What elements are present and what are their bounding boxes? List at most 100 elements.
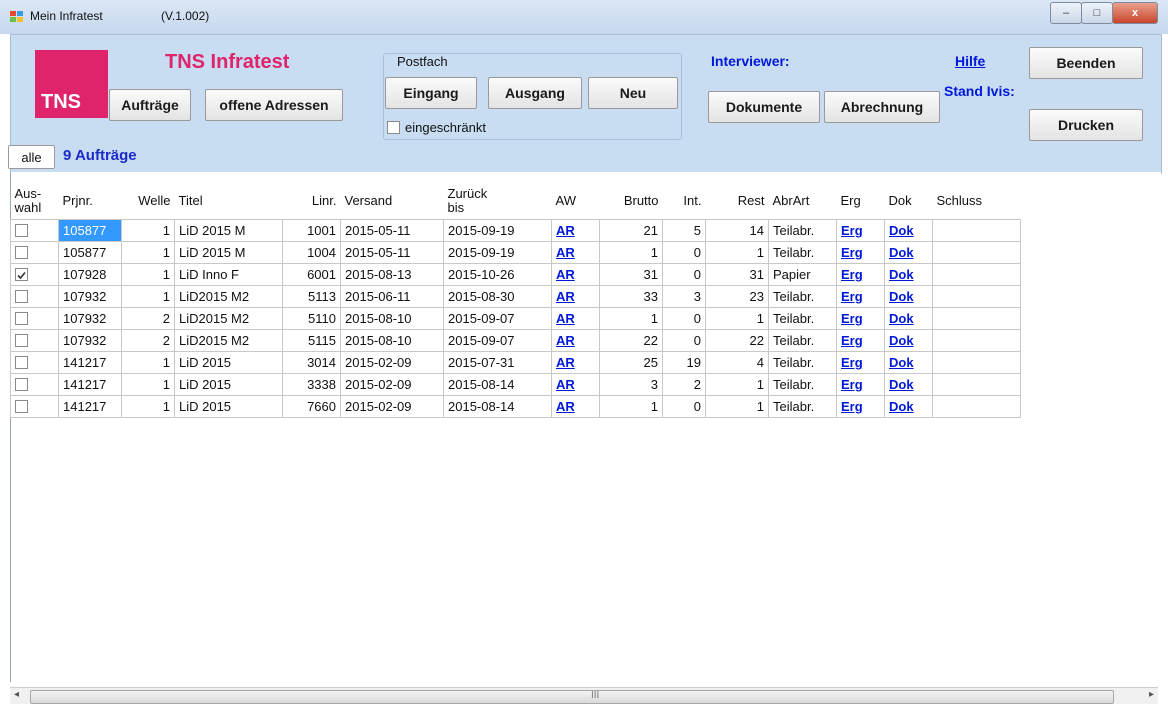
cell-erg[interactable]: Erg bbox=[836, 219, 885, 242]
cell-link-aw[interactable]: AR bbox=[556, 223, 575, 238]
cell-erg[interactable]: Erg bbox=[836, 263, 885, 286]
row-checkbox[interactable] bbox=[15, 290, 28, 303]
cell-dok[interactable]: Dok bbox=[884, 329, 933, 352]
horizontal-scrollbar[interactable]: ◂ III ▸ bbox=[10, 687, 1158, 704]
cell-aw[interactable]: AR bbox=[551, 395, 600, 418]
cell-link-aw[interactable]: AR bbox=[556, 245, 575, 260]
cell-erg[interactable]: Erg bbox=[836, 395, 885, 418]
cell-link-erg[interactable]: Erg bbox=[841, 267, 863, 282]
cell-aw[interactable]: AR bbox=[551, 263, 600, 286]
table-row[interactable]: 107932 2 LiD2015 M2 5115 2015-08-10 2015-09-0… bbox=[10, 329, 1021, 352]
cell-link-erg[interactable]: Erg bbox=[841, 223, 863, 238]
column-header[interactable]: Welle bbox=[122, 182, 175, 220]
cell-link-erg[interactable]: Erg bbox=[841, 355, 863, 370]
row-checkbox[interactable] bbox=[15, 224, 28, 237]
cell-link-aw[interactable]: AR bbox=[556, 267, 575, 282]
row-checkbox[interactable] bbox=[15, 378, 28, 391]
row-checkbox[interactable] bbox=[15, 312, 28, 325]
cell-aw[interactable]: AR bbox=[551, 373, 600, 396]
cell-link-erg[interactable]: Erg bbox=[841, 333, 863, 348]
cell-dok[interactable]: Dok bbox=[884, 307, 933, 330]
cell-link-dok[interactable]: Dok bbox=[889, 289, 914, 304]
cell-link-aw[interactable]: AR bbox=[556, 289, 575, 304]
auftraege-button[interactable]: Aufträge bbox=[109, 89, 191, 121]
drucken-button[interactable]: Drucken bbox=[1029, 109, 1143, 141]
eingeschraenkt-checkbox[interactable] bbox=[387, 121, 400, 134]
cell-erg[interactable]: Erg bbox=[836, 241, 885, 264]
cell-link-erg[interactable]: Erg bbox=[841, 311, 863, 326]
row-select-cell[interactable] bbox=[10, 241, 59, 264]
eingeschraenkt-checkbox-row[interactable]: eingeschränkt bbox=[387, 120, 486, 135]
minimize-button[interactable]: – bbox=[1050, 2, 1082, 24]
cell-link-aw[interactable]: AR bbox=[556, 333, 575, 348]
abrechnung-button[interactable]: Abrechnung bbox=[824, 91, 940, 123]
table-row[interactable]: 105877 1 LiD 2015 M 1004 2015-05-11 2015-09-1… bbox=[10, 241, 1021, 264]
table-row[interactable]: 141217 1 LiD 2015 3014 2015-02-09 2015-07-31 A… bbox=[10, 351, 1021, 374]
row-select-cell[interactable] bbox=[10, 395, 59, 418]
column-header[interactable]: Dok bbox=[885, 182, 933, 220]
table-row[interactable]: 141217 1 LiD 2015 3338 2015-02-09 2015-08-14 A… bbox=[10, 373, 1021, 396]
column-header[interactable]: Rest bbox=[706, 182, 769, 220]
column-header[interactable]: Titel bbox=[175, 182, 283, 220]
row-select-cell[interactable] bbox=[10, 307, 59, 330]
cell-link-aw[interactable]: AR bbox=[556, 377, 575, 392]
column-header[interactable]: Zurück bis bbox=[444, 182, 552, 220]
cell-link-dok[interactable]: Dok bbox=[889, 311, 914, 326]
column-header[interactable]: AbrArt bbox=[769, 182, 837, 220]
column-header[interactable]: Versand bbox=[341, 182, 444, 220]
cell-aw[interactable]: AR bbox=[551, 307, 600, 330]
table-row[interactable]: 107932 2 LiD2015 M2 5110 2015-08-10 2015-09-0… bbox=[10, 307, 1021, 330]
scroll-left-arrow-icon[interactable]: ◂ bbox=[14, 689, 19, 700]
column-header[interactable]: Brutto bbox=[600, 182, 663, 220]
cell-dok[interactable]: Dok bbox=[884, 351, 933, 374]
cell-aw[interactable]: AR bbox=[551, 219, 600, 242]
cell-link-dok[interactable]: Dok bbox=[889, 333, 914, 348]
row-select-cell[interactable] bbox=[10, 329, 59, 352]
row-checkbox[interactable] bbox=[15, 246, 28, 259]
column-header[interactable]: Erg bbox=[837, 182, 885, 220]
scrollbar-thumb[interactable]: III bbox=[30, 690, 1114, 704]
scroll-right-arrow-icon[interactable]: ▸ bbox=[1149, 689, 1154, 700]
cell-dok[interactable]: Dok bbox=[884, 263, 933, 286]
dokumente-button[interactable]: Dokumente bbox=[708, 91, 820, 123]
row-checkbox[interactable] bbox=[15, 268, 28, 281]
cell-link-dok[interactable]: Dok bbox=[889, 245, 914, 260]
cell-link-erg[interactable]: Erg bbox=[841, 399, 863, 414]
alle-button[interactable]: alle bbox=[8, 145, 55, 169]
row-checkbox[interactable] bbox=[15, 356, 28, 369]
column-header[interactable]: AW bbox=[552, 182, 600, 220]
maximize-button[interactable]: □ bbox=[1081, 2, 1113, 24]
cell-link-dok[interactable]: Dok bbox=[889, 377, 914, 392]
cell-aw[interactable]: AR bbox=[551, 351, 600, 374]
row-checkbox[interactable] bbox=[15, 334, 28, 347]
cell-dok[interactable]: Dok bbox=[884, 373, 933, 396]
cell-aw[interactable]: AR bbox=[551, 285, 600, 308]
cell-erg[interactable]: Erg bbox=[836, 373, 885, 396]
cell-link-erg[interactable]: Erg bbox=[841, 377, 863, 392]
cell-link-erg[interactable]: Erg bbox=[841, 289, 863, 304]
neu-button[interactable]: Neu bbox=[588, 77, 678, 109]
cell-aw[interactable]: AR bbox=[551, 329, 600, 352]
cell-dok[interactable]: Dok bbox=[884, 285, 933, 308]
row-select-cell[interactable] bbox=[10, 351, 59, 374]
close-button[interactable]: x bbox=[1112, 2, 1158, 24]
cell-erg[interactable]: Erg bbox=[836, 285, 885, 308]
cell-erg[interactable]: Erg bbox=[836, 329, 885, 352]
eingang-button[interactable]: Eingang bbox=[385, 77, 477, 109]
ausgang-button[interactable]: Ausgang bbox=[488, 77, 582, 109]
beenden-button[interactable]: Beenden bbox=[1029, 47, 1143, 79]
row-select-cell[interactable] bbox=[10, 285, 59, 308]
column-header[interactable]: Int. bbox=[663, 182, 706, 220]
row-select-cell[interactable] bbox=[10, 219, 59, 242]
table-row[interactable]: 107932 1 LiD2015 M2 5113 2015-06-11 2015-08-3… bbox=[10, 285, 1021, 308]
table-row[interactable]: 141217 1 LiD 2015 7660 2015-02-09 2015-08-14 A… bbox=[10, 395, 1021, 418]
cell-link-aw[interactable]: AR bbox=[556, 311, 575, 326]
cell-aw[interactable]: AR bbox=[551, 241, 600, 264]
row-checkbox[interactable] bbox=[15, 400, 28, 413]
cell-link-aw[interactable]: AR bbox=[556, 399, 575, 414]
hilfe-link[interactable]: Hilfe bbox=[955, 53, 985, 69]
column-header[interactable]: Prjnr. bbox=[59, 182, 122, 220]
cell-link-erg[interactable]: Erg bbox=[841, 245, 863, 260]
cell-erg[interactable]: Erg bbox=[836, 351, 885, 374]
cell-dok[interactable]: Dok bbox=[884, 241, 933, 264]
